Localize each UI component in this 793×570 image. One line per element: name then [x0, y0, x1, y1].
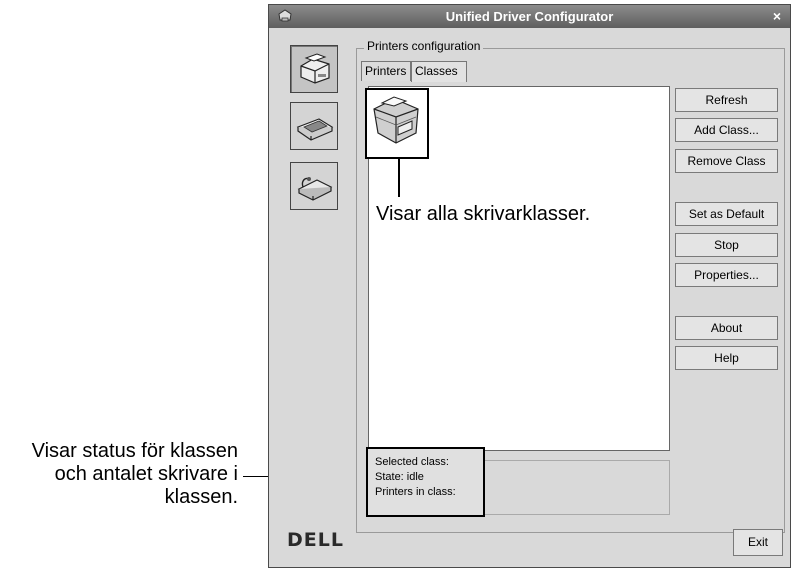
- scanner-icon: [296, 118, 334, 141]
- remove-class-button[interactable]: Remove Class: [675, 149, 778, 173]
- selected-class-label: Selected class:: [375, 456, 449, 468]
- set-as-default-button[interactable]: Set as Default: [675, 202, 778, 226]
- app-window: Unified Driver Configurator × Printers c…: [268, 4, 791, 568]
- window-title: Unified Driver Configurator: [445, 9, 614, 24]
- printers-in-class-label: Printers in class:: [375, 486, 456, 498]
- close-icon[interactable]: ×: [769, 8, 785, 24]
- sidebar-item-printers[interactable]: [290, 45, 338, 93]
- class-item[interactable]: [365, 88, 429, 159]
- refresh-button[interactable]: Refresh: [675, 88, 778, 112]
- about-button[interactable]: About: [675, 316, 778, 340]
- state-label: State: idle: [375, 471, 424, 483]
- help-button[interactable]: Help: [675, 346, 778, 370]
- group-title: Printers configuration: [364, 39, 484, 53]
- exit-button[interactable]: Exit: [733, 529, 783, 556]
- callout-line-2: och antalet skrivare i: [54, 463, 238, 485]
- callout-classes-description: Visar alla skrivarklasser.: [376, 203, 591, 225]
- dell-logo: DELL: [287, 529, 344, 551]
- port-icon: [297, 177, 333, 201]
- callout-line-1: Visar status för klassen: [31, 440, 238, 462]
- printer-class-icon: [373, 96, 419, 144]
- stop-button[interactable]: Stop: [675, 233, 778, 257]
- callout-line-3: klassen.: [164, 486, 238, 508]
- class-icon-leader-line: [398, 159, 400, 197]
- tab-classes[interactable]: Classes: [411, 61, 467, 82]
- class-status-info: Selected class: State: idle Printers in …: [366, 447, 485, 517]
- properties-button[interactable]: Properties...: [675, 263, 778, 287]
- sidebar-item-ports[interactable]: [290, 162, 338, 210]
- printer-icon: [300, 53, 330, 84]
- title-bar[interactable]: Unified Driver Configurator ×: [269, 5, 790, 28]
- sidebar-item-scanners[interactable]: [290, 102, 338, 150]
- add-class-button[interactable]: Add Class...: [675, 118, 778, 142]
- callout-status-description: Visar status för klassen och antalet skr…: [0, 440, 238, 509]
- tab-printers[interactable]: Printers: [361, 61, 411, 81]
